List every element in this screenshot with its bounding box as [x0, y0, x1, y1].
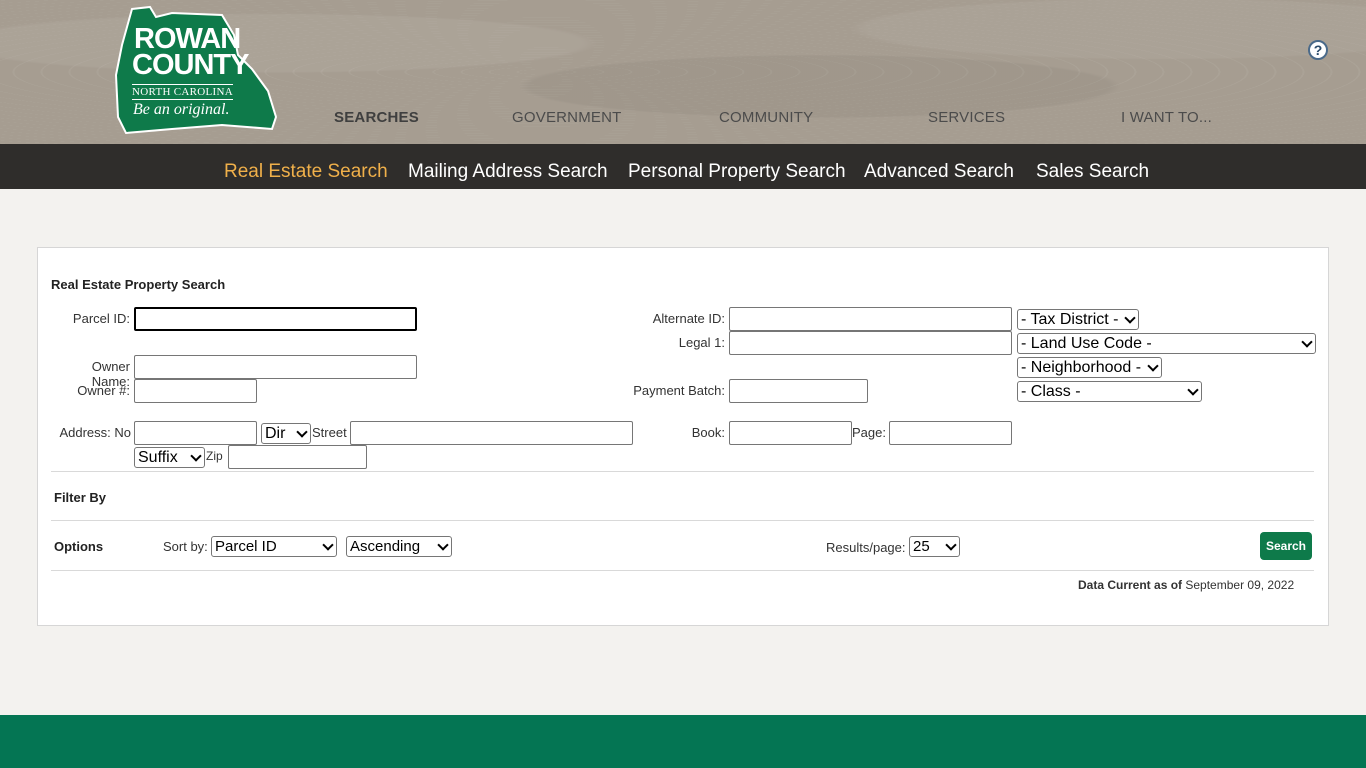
sort-field-select[interactable]: Parcel ID: [211, 536, 337, 557]
street-input[interactable]: [350, 421, 633, 445]
legal1-label: Legal 1:: [678, 335, 725, 350]
zip-input[interactable]: [228, 445, 367, 469]
site-footer: [0, 715, 1366, 768]
logo-tagline: Be an original.: [133, 101, 230, 118]
nav-government[interactable]: GOVERNMENT: [512, 109, 622, 126]
sort-order-select[interactable]: Ascending: [346, 536, 452, 557]
chevron-down-icon: [1147, 360, 1159, 372]
tax-district-value: - Tax District -: [1021, 311, 1119, 328]
chevron-down-icon: [1301, 336, 1313, 348]
chevron-down-icon: [945, 539, 957, 551]
chevron-down-icon: [1124, 312, 1136, 324]
land-use-code-value: - Land Use Code -: [1021, 335, 1152, 352]
parcel-id-label: Parcel ID:: [72, 311, 130, 326]
data-current-note: Data Current as of September 09, 2022: [1078, 578, 1294, 592]
book-label: Book:: [691, 425, 725, 440]
street-label: Street: [312, 425, 347, 440]
payment-batch-input[interactable]: [729, 379, 868, 403]
tab-real-estate-search[interactable]: Real Estate Search: [224, 161, 388, 183]
chevron-down-icon: [322, 539, 334, 551]
sort-by-label: Sort by:: [163, 539, 208, 554]
tax-district-select[interactable]: - Tax District -: [1017, 309, 1139, 330]
payment-batch-label: Payment Batch:: [633, 383, 725, 398]
site-header: ROWAN COUNTY NORTH CAROLINA Be an origin…: [0, 0, 1366, 144]
suffix-select-value: Suffix: [138, 449, 178, 466]
owner-name-input[interactable]: [134, 355, 417, 379]
divider: [51, 520, 1314, 521]
zip-label: Zip: [206, 449, 223, 463]
direction-select-value: Dir: [265, 425, 286, 442]
owner-number-input[interactable]: [134, 379, 257, 403]
help-icon[interactable]: ?: [1308, 40, 1328, 60]
neighborhood-value: - Neighborhood -: [1021, 359, 1142, 376]
rowan-county-logo[interactable]: ROWAN COUNTY NORTH CAROLINA Be an origin…: [112, 5, 280, 135]
tab-mailing-address-search[interactable]: Mailing Address Search: [408, 161, 608, 183]
data-current-date: September 09, 2022: [1185, 578, 1295, 592]
book-input[interactable]: [729, 421, 852, 445]
chevron-down-icon: [190, 450, 202, 462]
page-label: Page:: [852, 425, 886, 440]
address-no-label: Address: No: [59, 425, 131, 440]
suffix-select[interactable]: Suffix: [134, 447, 205, 468]
nav-community[interactable]: COMMUNITY: [719, 109, 813, 126]
owner-number-label: Owner #:: [77, 383, 130, 398]
page-input[interactable]: [889, 421, 1012, 445]
filter-by-heading: Filter By: [54, 490, 107, 505]
neighborhood-select[interactable]: - Neighborhood -: [1017, 357, 1162, 378]
data-current-label: Data Current as of: [1078, 578, 1183, 592]
tab-advanced-search[interactable]: Advanced Search: [864, 161, 1014, 183]
address-number-input[interactable]: [134, 421, 257, 445]
search-button[interactable]: Search: [1260, 532, 1312, 560]
divider: [51, 471, 1314, 472]
chevron-down-icon: [437, 539, 449, 551]
tab-sales-search[interactable]: Sales Search: [1036, 161, 1149, 183]
results-per-page-select[interactable]: 25: [909, 536, 960, 557]
class-value: - Class -: [1021, 383, 1081, 400]
land-use-code-select[interactable]: - Land Use Code -: [1017, 333, 1316, 354]
logo-county: COUNTY: [132, 49, 249, 81]
legal1-input[interactable]: [729, 331, 1012, 355]
class-select[interactable]: - Class -: [1017, 381, 1202, 402]
alternate-id-input[interactable]: [729, 307, 1012, 331]
direction-select[interactable]: Dir: [261, 423, 311, 444]
form-title: Real Estate Property Search: [51, 277, 226, 292]
nav-i-want-to[interactable]: I WANT TO...: [1121, 109, 1212, 126]
tab-personal-property-search[interactable]: Personal Property Search: [628, 161, 846, 183]
nav-searches[interactable]: SEARCHES: [334, 109, 419, 126]
options-heading: Options: [54, 539, 104, 554]
sort-field-value: Parcel ID: [215, 538, 277, 555]
results-per-page-value: 25: [913, 538, 930, 555]
chevron-down-icon: [1187, 384, 1199, 396]
results-per-page-label: Results/page:: [826, 540, 906, 555]
chevron-down-icon: [296, 426, 308, 438]
divider: [51, 570, 1314, 571]
nav-services[interactable]: SERVICES: [928, 109, 1005, 126]
logo-state: NORTH CAROLINA: [132, 84, 234, 100]
sort-order-value: Ascending: [350, 538, 421, 555]
alternate-id-label: Alternate ID:: [652, 311, 725, 326]
parcel-id-input[interactable]: [134, 307, 417, 331]
